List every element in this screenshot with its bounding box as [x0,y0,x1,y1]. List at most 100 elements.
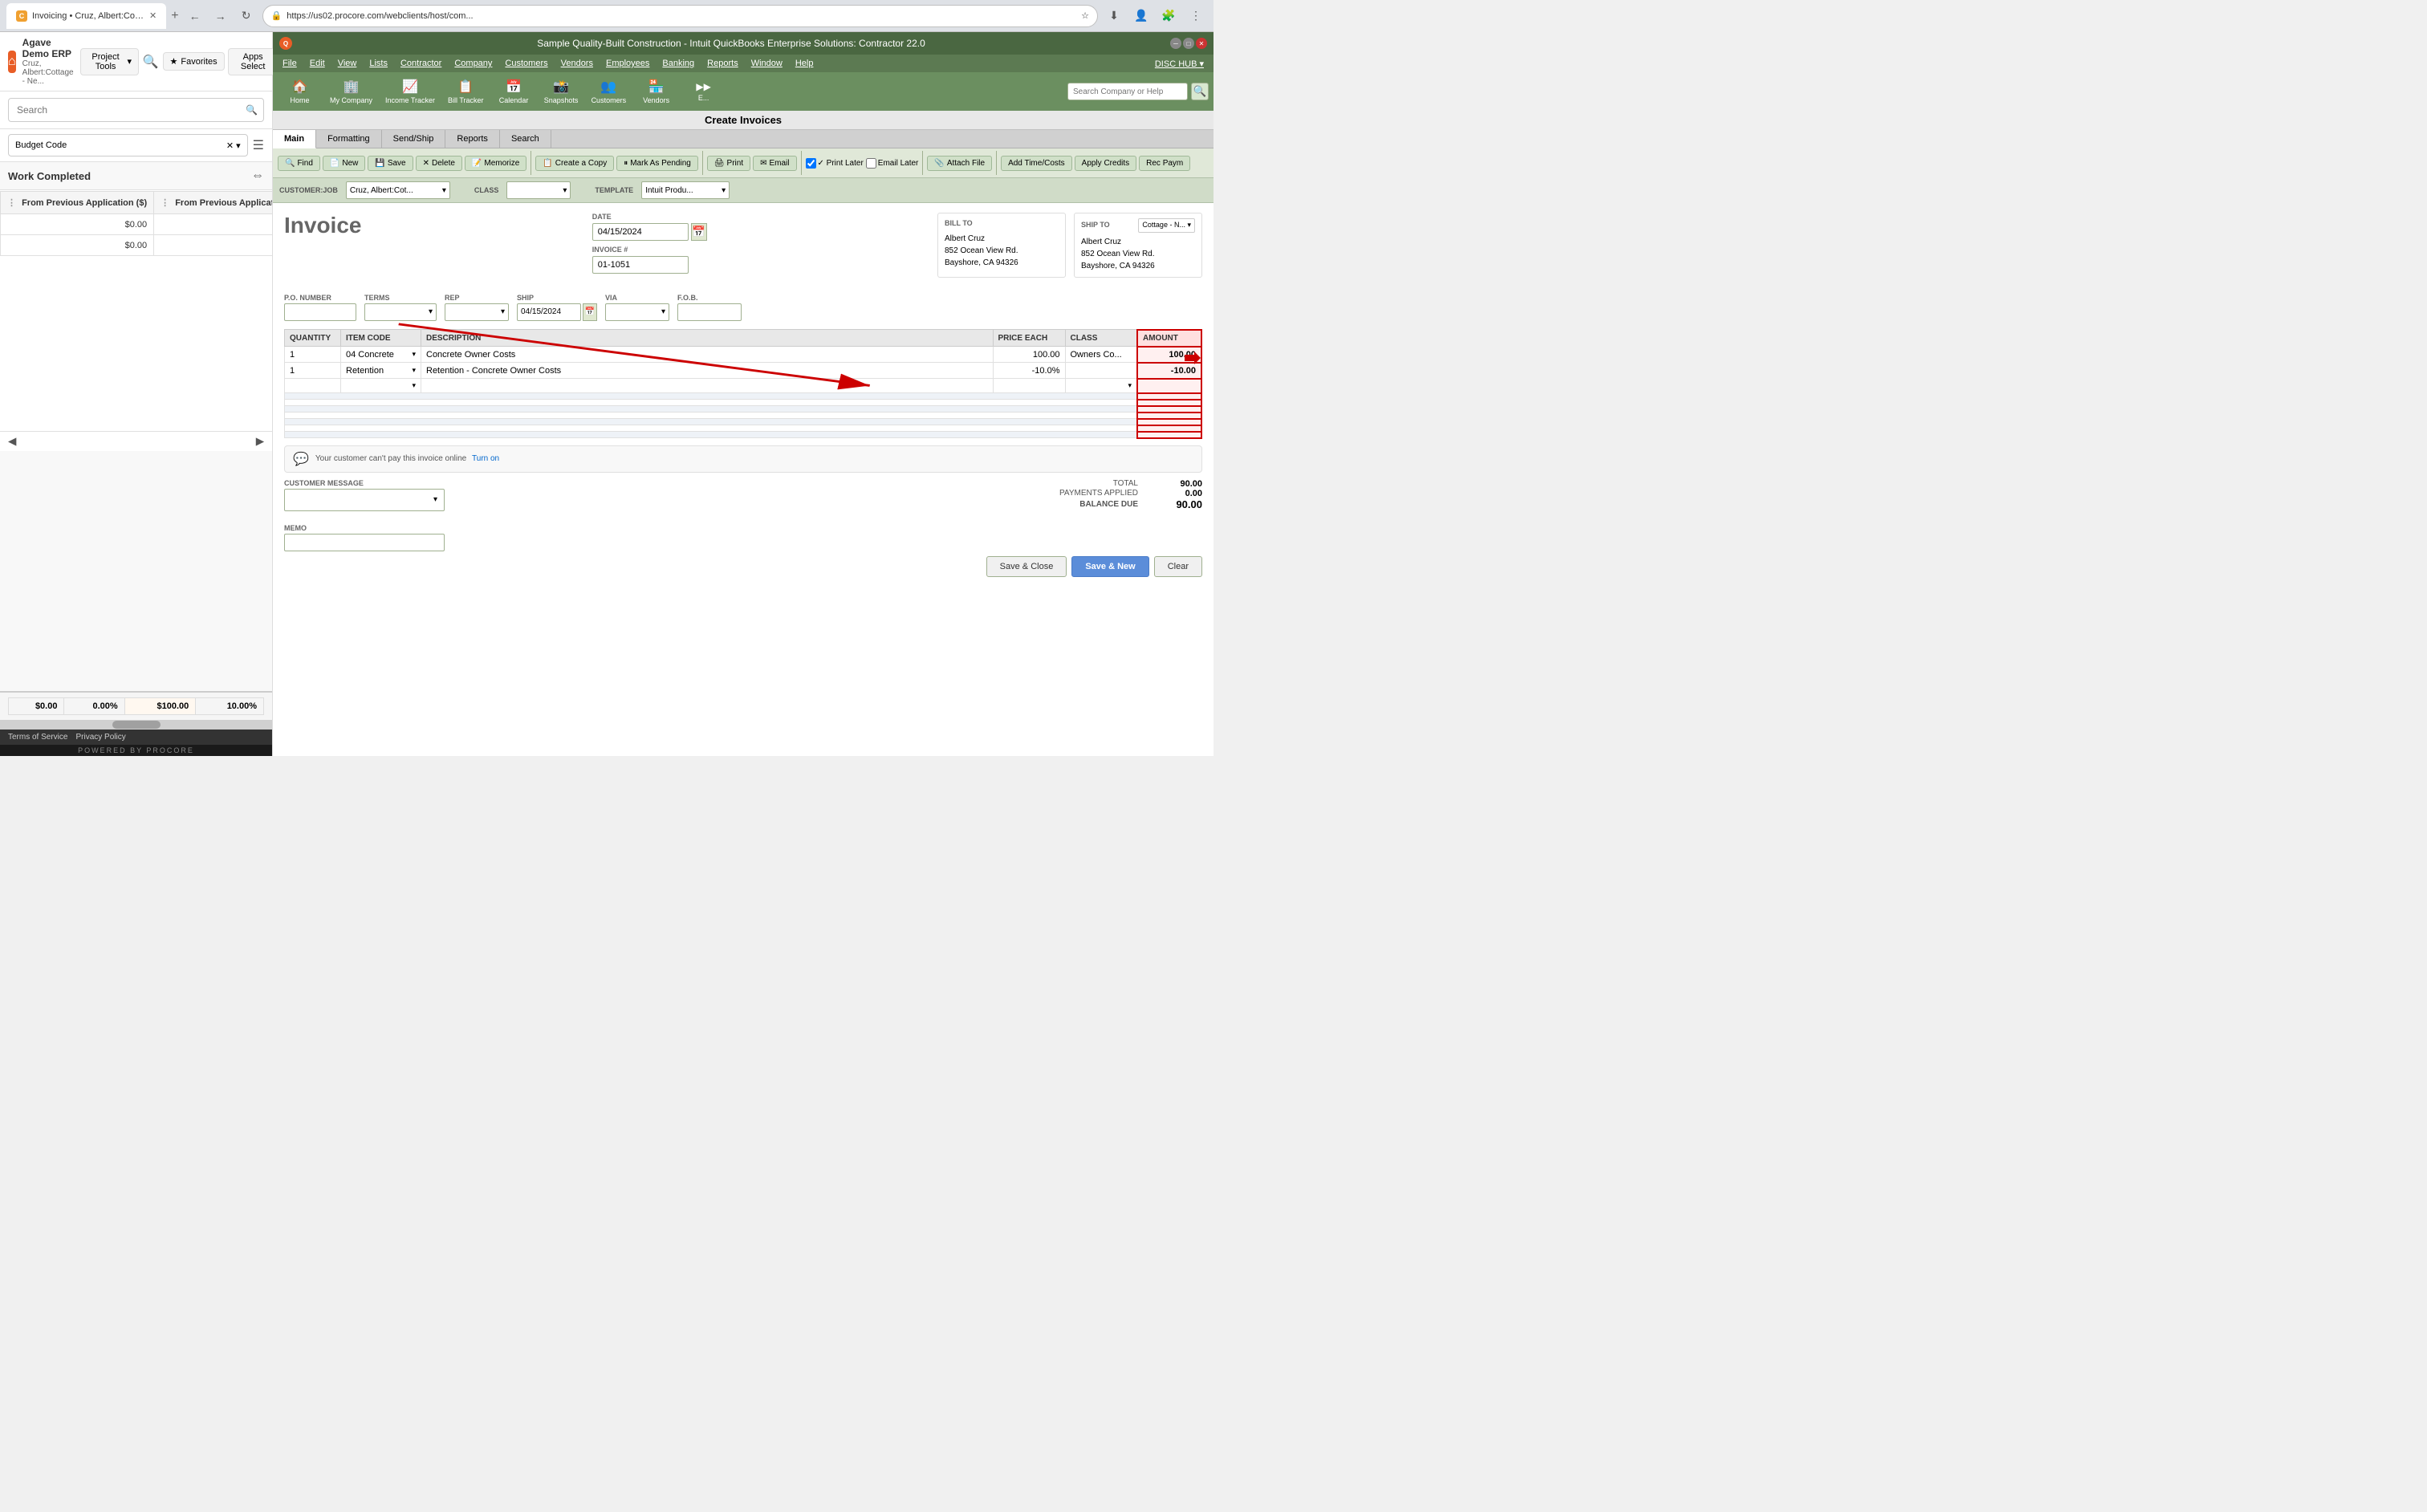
menu-file[interactable]: File [276,57,303,70]
class-2[interactable] [1065,363,1137,379]
privacy-link[interactable]: Privacy Policy [75,733,125,742]
tab-close-icon[interactable]: ✕ [149,10,157,21]
menu-lists[interactable]: Lists [363,57,394,70]
menu-window[interactable]: Window [745,57,789,70]
scroll-right-button[interactable]: ▶ [256,435,264,448]
search-icon-button[interactable]: 🔍 [142,51,159,73]
menu-view[interactable]: View [331,57,364,70]
class-1[interactable]: Owners Co... [1065,347,1137,363]
nav-home-button[interactable]: 🏠 Home [278,75,322,108]
item-dropdown-icon-empty[interactable]: ▾ [412,381,416,390]
col-drag-icon2[interactable]: ⋮ [161,198,169,208]
scroll-thumb[interactable] [112,721,161,729]
item-dropdown-icon[interactable]: ▾ [412,350,416,359]
fob-input[interactable] [677,303,742,321]
new-button[interactable]: 📄 New [323,156,365,171]
class-select[interactable]: ▾ [506,181,571,199]
menu-icon[interactable]: ⋮ [1185,5,1207,27]
refresh-button[interactable]: ↻ [235,5,258,27]
class-empty[interactable]: ▾ [1065,379,1137,393]
rec-paym-button[interactable]: Rec Paym [1139,156,1190,171]
attach-file-button[interactable]: 📎 Attach File [927,156,992,171]
nav-my-company-button[interactable]: 🏢 My Company [325,75,377,108]
print-later-checkbox-label[interactable]: ✓ Print Later [806,158,864,169]
save-new-button[interactable]: Save & New [1071,556,1148,577]
email-button[interactable]: ✉ Email [753,156,796,171]
clear-button[interactable]: Clear [1154,556,1202,577]
tab-formatting[interactable]: Formatting [316,130,382,148]
qty-1[interactable] [285,347,341,363]
item-code-empty[interactable]: ▾ [341,379,421,393]
menu-edit[interactable]: Edit [303,57,331,70]
save-close-button[interactable]: Save & Close [986,556,1067,577]
terms-link[interactable]: Terms of Service [8,733,67,742]
horizontal-scrollbar[interactable] [0,720,272,730]
terms-select[interactable]: ▾ [364,303,437,321]
menu-help[interactable]: Help [789,57,820,70]
filter-icon-button[interactable]: ☰ [253,137,264,153]
menu-banking[interactable]: Banking [656,57,701,70]
nav-snapshots-button[interactable]: 📸 Snapshots [539,75,583,108]
price-each-empty[interactable] [993,379,1065,393]
description-empty[interactable] [421,379,994,393]
invoice-num-input[interactable] [592,256,689,274]
apps-select-button[interactable]: Apps Select [228,48,278,75]
nav-income-tracker-button[interactable]: 📈 Income Tracker [380,75,440,108]
new-tab-button[interactable]: + [171,9,178,23]
menu-vendors[interactable]: Vendors [555,57,600,70]
search-input[interactable] [8,98,264,122]
save-button[interactable]: 💾 Save [368,156,413,171]
qb-search-button[interactable]: 🔍 [1191,83,1209,100]
customer-message-select[interactable]: ▾ [284,489,445,511]
apply-credits-button[interactable]: Apply Credits [1075,156,1136,171]
print-later-checkbox[interactable] [806,158,816,169]
scroll-left-button[interactable]: ◀ [8,435,16,448]
nav-vendors-button[interactable]: 🏪 Vendors [634,75,678,108]
forward-button[interactable]: → [209,5,232,27]
tab-reports[interactable]: Reports [445,130,500,148]
qty-2[interactable] [285,363,341,379]
menu-company[interactable]: Company [448,57,498,70]
col-drag-icon[interactable]: ⋮ [7,198,16,208]
item-code-1[interactable]: 04 Concrete ▾ [341,347,421,363]
qb-minimize-button[interactable]: ─ [1170,38,1181,49]
nav-calendar-button[interactable]: 📅 Calendar [492,75,536,108]
mark-pending-button[interactable]: ⏸ Mark As Pending [616,156,698,171]
downloads-icon[interactable]: ⬇ [1103,5,1125,27]
rep-select[interactable]: ▾ [445,303,509,321]
delete-button[interactable]: ✕ Delete [416,156,462,171]
add-time-costs-button[interactable]: Add Time/Costs [1001,156,1072,171]
date-input[interactable] [592,223,689,241]
description-2[interactable]: Retention - Concrete Owner Costs [421,363,994,379]
description-1[interactable]: Concrete Owner Costs [421,347,994,363]
customer-job-select[interactable]: Cruz, Albert:Cot... ▾ [346,181,450,199]
qty-input-1[interactable] [290,350,335,360]
tab-send-ship[interactable]: Send/Ship [382,130,446,148]
memorize-button[interactable]: 📝 Memorize [465,156,526,171]
browser-tab[interactable]: C Invoicing • Cruz, Albert:Cottage ✕ [6,3,166,29]
email-later-checkbox[interactable] [866,158,876,169]
tab-main[interactable]: Main [273,130,316,148]
qty-empty[interactable] [285,379,341,393]
qb-restore-button[interactable]: □ [1183,38,1194,49]
notice-link[interactable]: Turn on [472,454,499,463]
print-button[interactable]: 🖨 Print [707,156,750,171]
nav-customers-button[interactable]: 👥 Customers [587,75,632,108]
menu-customers[interactable]: Customers [498,57,554,70]
price-each-2[interactable]: -10.0% [993,363,1065,379]
address-bar[interactable]: 🔒 https://us02.procore.com/webclients/ho… [262,5,1098,27]
create-copy-button[interactable]: 📋 Create a Copy [535,156,614,171]
menu-contractor[interactable]: Contractor [394,57,448,70]
email-later-checkbox-label[interactable]: Email Later [866,158,919,169]
ship-to-dropdown[interactable]: Cottage - N... ▾ [1138,218,1195,233]
price-each-1[interactable]: 100.00 [993,347,1065,363]
expand-button[interactable]: ⇔ [251,169,264,183]
favorites-button[interactable]: ★ Favorites [163,52,225,71]
amount-empty[interactable] [1137,379,1201,393]
star-icon[interactable]: ☆ [1081,10,1089,21]
ship-date-picker-icon[interactable]: 📅 [583,303,597,321]
item-code-2[interactable]: Retention ▾ [341,363,421,379]
via-select[interactable]: ▾ [605,303,669,321]
nav-more-button[interactable]: ▶▶ E... [681,78,726,105]
project-tools-button[interactable]: Project Tools ▾ [80,48,139,75]
